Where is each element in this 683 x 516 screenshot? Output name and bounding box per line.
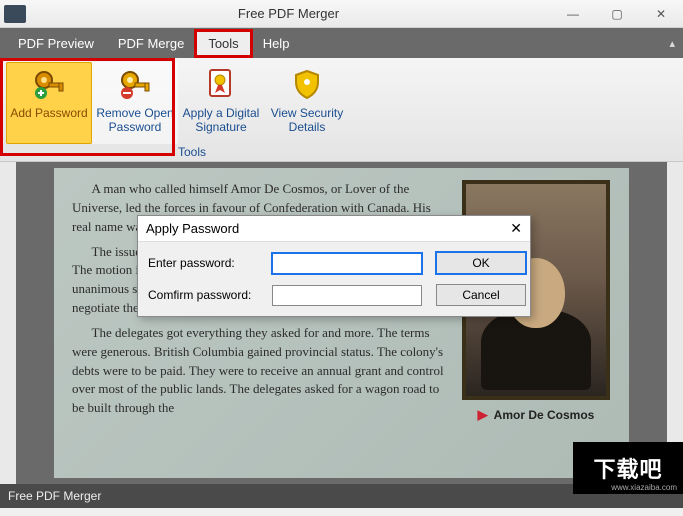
caption-arrow-icon: ▶ (478, 406, 488, 425)
ribbon-collapse-icon[interactable]: ▴ (669, 37, 675, 50)
view-security-details-button[interactable]: View Security Details (264, 62, 350, 144)
cancel-button[interactable]: Cancel (436, 284, 526, 306)
apply-digital-signature-label: Apply a Digital Signature (181, 107, 261, 135)
apply-digital-signature-button[interactable]: Apply a Digital Signature (178, 62, 264, 144)
maximize-button[interactable]: ▢ (595, 0, 639, 28)
add-password-button[interactable]: Add Password (6, 62, 92, 144)
scrollbar-vertical[interactable] (667, 162, 683, 484)
para-3: The delegates got everything they asked … (72, 324, 449, 418)
watermark-sub: www.xiazaiba.com (611, 483, 677, 492)
watermark: 下载吧 www.xiazaiba.com (573, 442, 683, 494)
add-password-label: Add Password (10, 107, 87, 121)
remove-open-password-label: Remove Open Password (95, 107, 175, 135)
ribbon-group-label: Tools (178, 145, 206, 159)
enter-password-label: Enter password: (148, 256, 258, 270)
ok-button[interactable]: OK (436, 252, 526, 274)
minimize-button[interactable]: — (551, 0, 595, 28)
view-security-details-label: View Security Details (267, 107, 347, 135)
image-caption: Amor De Cosmos (494, 407, 595, 424)
dialog-title: Apply Password (146, 221, 239, 236)
left-gutter (0, 162, 16, 484)
watermark-text: 下载吧 (593, 452, 662, 484)
apply-password-dialog: Apply Password ✕ Enter password: OK Comf… (137, 215, 531, 317)
certificate-icon (206, 67, 236, 103)
key-remove-icon (118, 67, 152, 103)
menu-tools[interactable]: Tools (196, 31, 250, 56)
dialog-close-button[interactable]: ✕ (510, 220, 522, 237)
menu-help[interactable]: Help (251, 31, 302, 56)
document-viewport[interactable]: A man who called himself Amor De Cosmos,… (16, 162, 667, 484)
window-title: Free PDF Merger (26, 6, 551, 21)
shield-icon (292, 67, 322, 103)
confirm-password-label: Comfirm password: (148, 288, 258, 302)
status-text: Free PDF Merger (8, 489, 101, 503)
enter-password-input[interactable] (272, 253, 422, 274)
menu-pdf-merge[interactable]: PDF Merge (106, 31, 196, 56)
app-icon (4, 5, 26, 23)
close-button[interactable]: ✕ (639, 0, 683, 28)
key-add-icon (32, 67, 66, 103)
menu-pdf-preview[interactable]: PDF Preview (6, 31, 106, 56)
confirm-password-input[interactable] (272, 285, 422, 306)
remove-open-password-button[interactable]: Remove Open Password (92, 62, 178, 144)
